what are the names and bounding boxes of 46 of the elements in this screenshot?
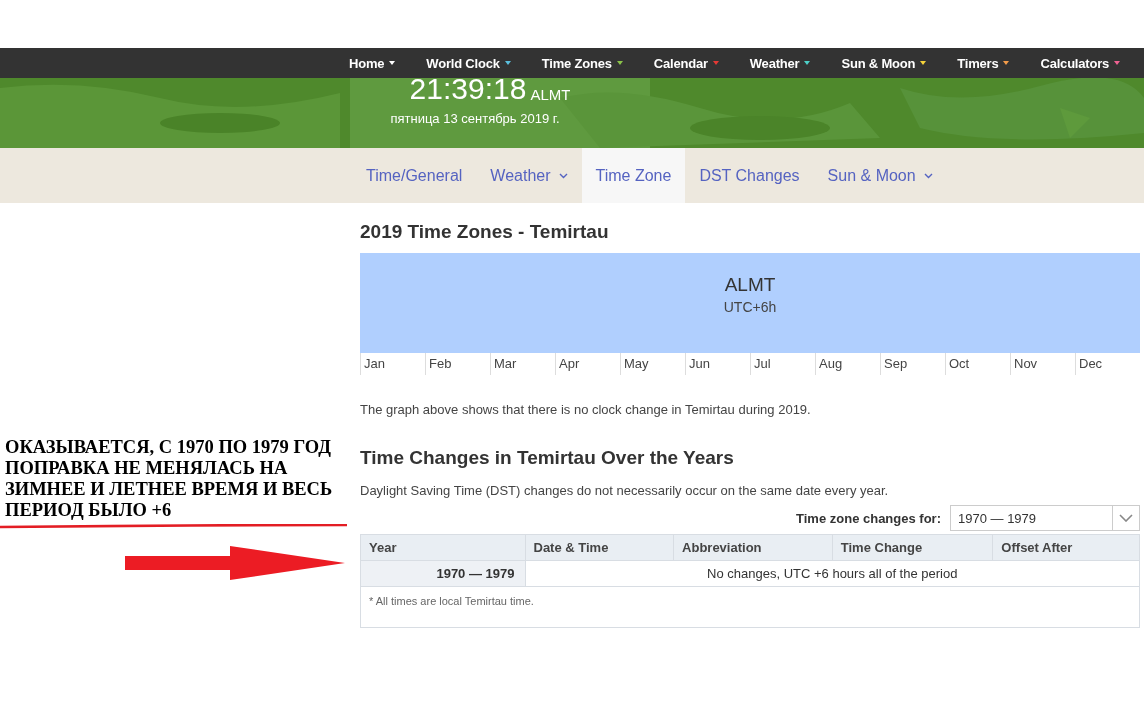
tab[interactable]: Time Zone bbox=[581, 148, 686, 203]
nav-menu-item[interactable]: Time Zones bbox=[541, 55, 654, 71]
column-header: Offset After bbox=[992, 534, 1140, 561]
month-label: Mar bbox=[490, 353, 555, 375]
section-heading: 2019 Time Zones - Temirtau bbox=[360, 221, 610, 243]
clock-date: пятница 13 сентябрь 2019 г. bbox=[390, 111, 560, 126]
month-label: Nov bbox=[1010, 353, 1075, 375]
nav-menu-item[interactable]: Calendar bbox=[653, 55, 750, 71]
zone-abbreviation: ALMT bbox=[724, 273, 776, 296]
year-cell: 1970 — 1979 bbox=[360, 560, 525, 587]
graph-note: The graph above shows that there is no clock change in Temirtau during 2019. bbox=[360, 402, 812, 417]
month-label: Feb bbox=[425, 353, 490, 375]
clock-time: 21:39:18 bbox=[409, 78, 527, 103]
month-label: May bbox=[620, 353, 685, 375]
nav-menu-item[interactable]: Home bbox=[349, 55, 427, 71]
nav-menu-item[interactable]: Sun & Moon bbox=[841, 55, 958, 71]
tab[interactable]: Weather bbox=[476, 148, 582, 203]
month-label: Dec bbox=[1075, 353, 1140, 375]
tab[interactable]: DST Changes bbox=[685, 148, 814, 203]
month-label: Oct bbox=[945, 353, 1010, 375]
select-label: Time zone changes for: bbox=[796, 510, 941, 526]
nav-menu-item[interactable]: Calculators bbox=[1040, 55, 1144, 71]
column-header: Year bbox=[360, 534, 525, 561]
tab[interactable]: Sun & Moon bbox=[813, 148, 947, 203]
nav-menu-item[interactable]: World Clock bbox=[426, 55, 542, 71]
month-label: Jan bbox=[360, 353, 425, 375]
table-cell: No changes, UTC +6 hours all of the period bbox=[525, 560, 1140, 587]
column-header: Abbreviation bbox=[673, 534, 833, 561]
month-label: Aug bbox=[815, 353, 880, 375]
nav-menu-item[interactable]: Weather bbox=[749, 55, 842, 71]
chevron-down-icon bbox=[1119, 514, 1133, 522]
utc-offset: UTC+6h bbox=[723, 298, 777, 315]
month-label: Jun bbox=[685, 353, 750, 375]
month-label: Apr bbox=[555, 353, 620, 375]
nav-menu-item[interactable]: Timers bbox=[957, 55, 1041, 71]
footnote: * All times are local Temirtau time. bbox=[360, 586, 1140, 628]
intro-text: Daylight Saving Time (DST) changes do not necessarily occur on the same date every year. bbox=[360, 483, 890, 498]
year-range-select[interactable]: 1970 — 1979 bbox=[950, 505, 1140, 531]
column-header: Date & Time bbox=[525, 534, 674, 561]
tab[interactable]: Time/General bbox=[352, 148, 477, 203]
annotation-text: ОКАЗЫВАЕТСЯ, С 1970 ПО 1979 ГОД ПОПРАВКА НЕ МЕНЯЛАСЬ НА ЗИМНЕЕ И ЛЕТНЕЕ ВРЕМЯ И ВЕСЬ ПЕРИОД БЫЛО +6 bbox=[4, 437, 334, 521]
time-zone-label: ALMT bbox=[530, 87, 571, 103]
month-label: Sep bbox=[880, 353, 945, 375]
month-label: Jul bbox=[750, 353, 815, 375]
column-header: Time Change bbox=[832, 534, 993, 561]
section-heading: Time Changes in Temirtau Over the Years bbox=[360, 447, 735, 469]
